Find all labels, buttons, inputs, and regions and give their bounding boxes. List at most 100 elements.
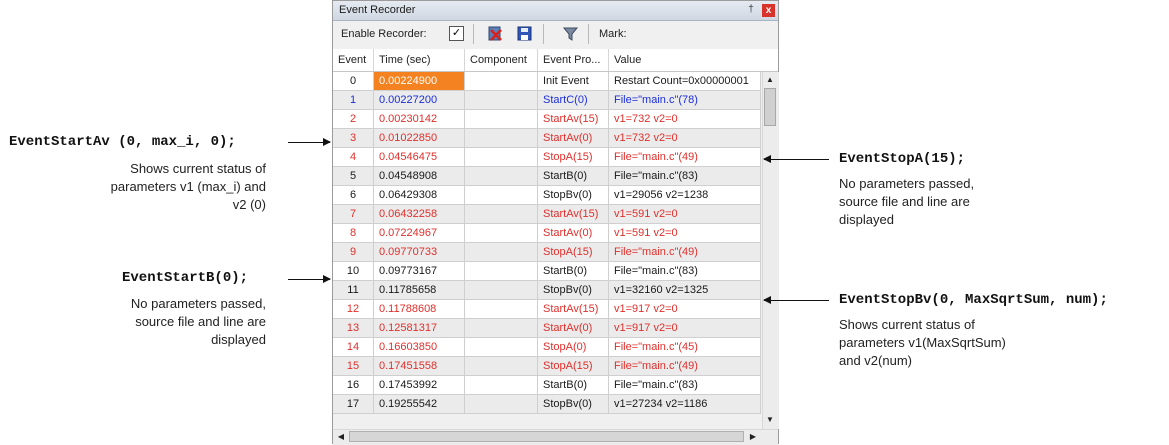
event-property-cell: StopBv(0) bbox=[538, 281, 609, 300]
annotation-arrow-stop-bv bbox=[763, 296, 829, 304]
clear-icon[interactable] bbox=[487, 25, 504, 42]
enable-recorder-label: Enable Recorder: bbox=[341, 28, 427, 40]
annotation-code-stop-a: EventStopA(15); bbox=[839, 151, 966, 167]
table-row[interactable]: 5 0.04548908 StartB(0) File="main.c"(83) bbox=[333, 167, 761, 186]
column-header-value[interactable]: Value bbox=[609, 49, 778, 71]
event-property-cell: StartAv(0) bbox=[538, 129, 609, 148]
event-cell: 15 bbox=[333, 357, 374, 376]
annotation-note-start-b: No parameters passed, source file and li… bbox=[60, 295, 266, 349]
table-row[interactable]: 9 0.09770733 StopA(15) File="main.c"(49) bbox=[333, 243, 761, 262]
event-cell: 0 bbox=[333, 72, 374, 91]
table-row[interactable]: 3 0.01022850 StartAv(0) v1=732 v2=0 bbox=[333, 129, 761, 148]
table-row[interactable]: 17 0.19255542 StopBv(0) v1=27234 v2=1186 bbox=[333, 395, 761, 414]
value-cell: v1=27234 v2=1186 bbox=[609, 395, 761, 414]
table-row[interactable]: 16 0.17453992 StartB(0) File="main.c"(83) bbox=[333, 376, 761, 395]
table-row[interactable]: 4 0.04546475 StopA(15) File="main.c"(49) bbox=[333, 148, 761, 167]
component-cell bbox=[465, 319, 538, 338]
time-cell: 0.09770733 bbox=[374, 243, 465, 262]
table-row[interactable]: 0 0.00224900 Init Event Restart Count=0x000… bbox=[333, 72, 761, 91]
event-recorder-window: Event Recorder † x Enable Recorder: ✓ Ma… bbox=[332, 0, 779, 445]
scroll-left-icon[interactable]: ◀ bbox=[334, 430, 348, 444]
event-cell: 4 bbox=[333, 148, 374, 167]
event-cell: 10 bbox=[333, 262, 374, 281]
table-row[interactable]: 1 0.00227200 StartC(0) File="main.c"(78) bbox=[333, 91, 761, 110]
table-row[interactable]: 15 0.17451558 StopA(15) File="main.c"(49) bbox=[333, 357, 761, 376]
event-property-cell: StartAv(15) bbox=[538, 205, 609, 224]
table-row[interactable]: 7 0.06432258 StartAv(15) v1=591 v2=0 bbox=[333, 205, 761, 224]
time-cell: 0.04546475 bbox=[374, 148, 465, 167]
close-icon[interactable]: x bbox=[762, 4, 775, 17]
value-cell: v1=732 v2=0 bbox=[609, 110, 761, 129]
column-header-event[interactable]: Event bbox=[333, 49, 374, 71]
event-property-cell: StopBv(0) bbox=[538, 395, 609, 414]
scroll-down-icon[interactable]: ▼ bbox=[763, 413, 777, 427]
filter-icon[interactable] bbox=[562, 25, 579, 42]
annotation-note-start-av: Shows current status of parameters v1 (m… bbox=[60, 160, 266, 214]
component-cell bbox=[465, 167, 538, 186]
component-cell bbox=[465, 129, 538, 148]
component-cell bbox=[465, 357, 538, 376]
save-icon[interactable] bbox=[516, 25, 533, 42]
note-line: No parameters passed, bbox=[130, 296, 266, 311]
scroll-up-icon[interactable]: ▲ bbox=[763, 73, 777, 87]
time-cell: 0.06432258 bbox=[374, 205, 465, 224]
event-cell: 9 bbox=[333, 243, 374, 262]
note-line: No parameters passed, bbox=[839, 176, 975, 191]
event-property-cell: StopBv(0) bbox=[538, 186, 609, 205]
event-cell: 2 bbox=[333, 110, 374, 129]
component-cell bbox=[465, 110, 538, 129]
event-property-cell: StartAv(0) bbox=[538, 319, 609, 338]
component-cell bbox=[465, 395, 538, 414]
event-cell: 5 bbox=[333, 167, 374, 186]
event-cell: 8 bbox=[333, 224, 374, 243]
component-cell bbox=[465, 186, 538, 205]
event-property-cell: StartB(0) bbox=[538, 262, 609, 281]
note-line: Shows current status of bbox=[839, 317, 975, 332]
horizontal-scroll-thumb[interactable] bbox=[349, 431, 744, 442]
value-cell: File="main.c"(83) bbox=[609, 376, 761, 395]
annotation-note-stop-bv: Shows current status of parameters v1(Ma… bbox=[839, 316, 1006, 370]
event-property-cell: StartB(0) bbox=[538, 167, 609, 186]
event-property-cell: StopA(15) bbox=[538, 148, 609, 167]
value-cell: v1=917 v2=0 bbox=[609, 300, 761, 319]
event-property-cell: StartAv(15) bbox=[538, 110, 609, 129]
toolbar-separator bbox=[473, 24, 474, 44]
annotation-arrow-stop-a bbox=[763, 155, 829, 163]
component-cell bbox=[465, 338, 538, 357]
pin-icon[interactable]: † bbox=[745, 4, 757, 16]
table-row[interactable]: 8 0.07224967 StartAv(0) v1=591 v2=0 bbox=[333, 224, 761, 243]
table-row[interactable]: 10 0.09773167 StartB(0) File="main.c"(83) bbox=[333, 262, 761, 281]
value-cell: File="main.c"(78) bbox=[609, 91, 761, 110]
note-line: displayed bbox=[211, 332, 266, 347]
component-cell bbox=[465, 224, 538, 243]
event-cell: 6 bbox=[333, 186, 374, 205]
column-header-time[interactable]: Time (sec) bbox=[374, 49, 465, 71]
table-row[interactable]: 13 0.12581317 StartAv(0) v1=917 v2=0 bbox=[333, 319, 761, 338]
time-cell: 0.01022850 bbox=[374, 129, 465, 148]
note-line: displayed bbox=[839, 212, 894, 227]
toolbar-separator bbox=[588, 24, 589, 44]
mark-label: Mark: bbox=[599, 28, 627, 40]
enable-recorder-checkbox[interactable]: ✓ bbox=[449, 26, 464, 41]
event-cell: 16 bbox=[333, 376, 374, 395]
table-row[interactable]: 12 0.11788608 StartAv(15) v1=917 v2=0 bbox=[333, 300, 761, 319]
time-cell: 0.11785658 bbox=[374, 281, 465, 300]
table-row[interactable]: 2 0.00230142 StartAv(15) v1=732 v2=0 bbox=[333, 110, 761, 129]
event-property-cell: StartAv(0) bbox=[538, 224, 609, 243]
vertical-scroll-thumb[interactable] bbox=[764, 88, 776, 126]
note-line: parameters v1(MaxSqrtSum) bbox=[839, 335, 1006, 350]
event-cell: 11 bbox=[333, 281, 374, 300]
component-cell bbox=[465, 281, 538, 300]
component-cell bbox=[465, 243, 538, 262]
toolbar-separator bbox=[543, 24, 544, 44]
column-header-event-property[interactable]: Event Pro... bbox=[538, 49, 609, 71]
component-cell bbox=[465, 300, 538, 319]
scroll-right-icon[interactable]: ▶ bbox=[746, 430, 760, 444]
event-cell: 17 bbox=[333, 395, 374, 414]
event-property-cell: Init Event bbox=[538, 72, 609, 91]
table-row[interactable]: 14 0.16603850 StopA(0) File="main.c"(45) bbox=[333, 338, 761, 357]
column-header-component[interactable]: Component bbox=[465, 49, 538, 71]
table-row[interactable]: 6 0.06429308 StopBv(0) v1=29056 v2=1238 bbox=[333, 186, 761, 205]
event-property-cell: StopA(0) bbox=[538, 338, 609, 357]
table-row[interactable]: 11 0.11785658 StopBv(0) v1=32160 v2=1325 bbox=[333, 281, 761, 300]
